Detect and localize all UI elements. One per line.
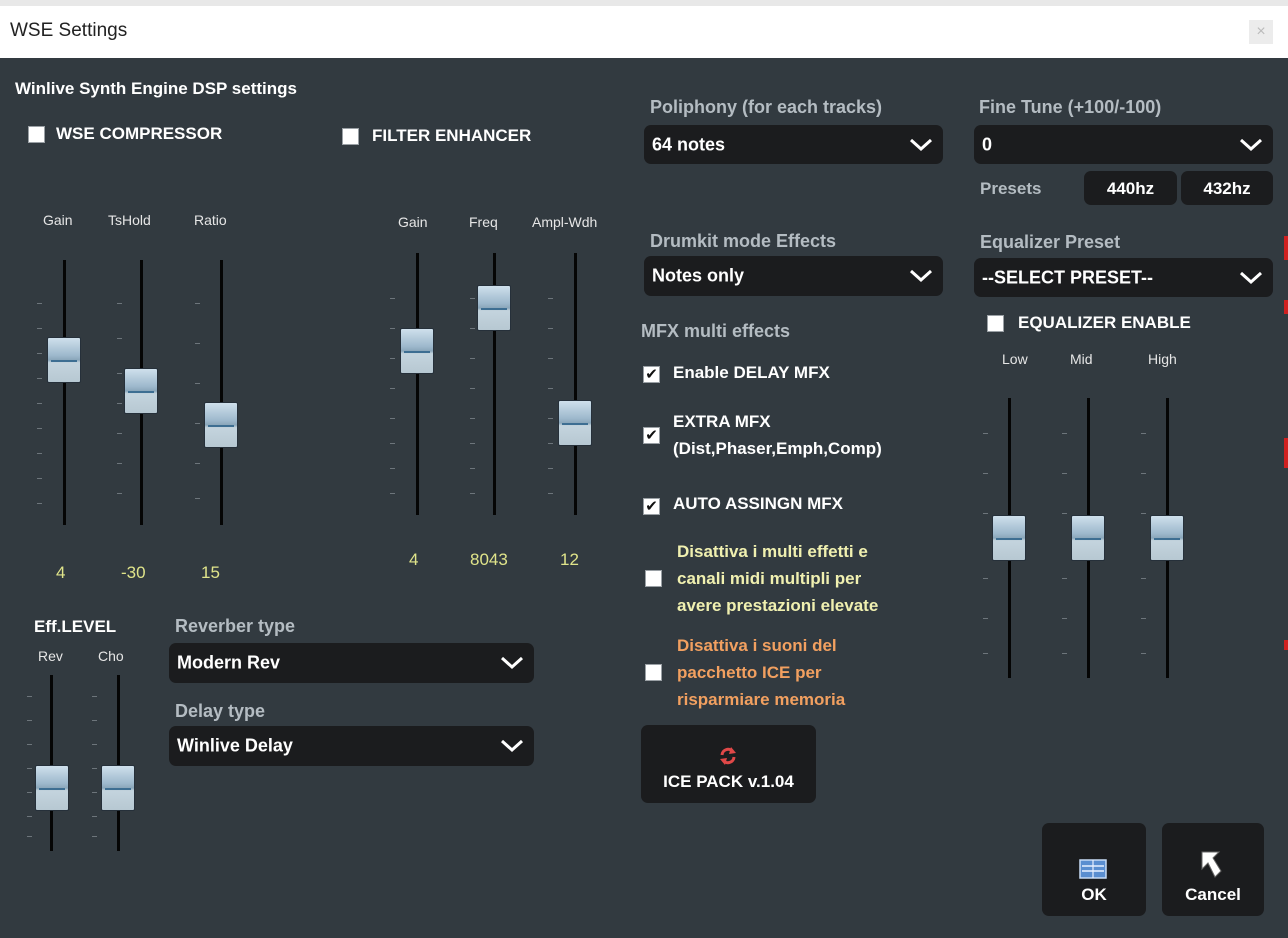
auto-assign-mfx-label: AUTO ASSINGN MFX [673,494,844,513]
dsp-heading: Winlive Synth Engine DSP settings [15,79,297,98]
eff-level-heading: Eff.LEVEL [34,617,117,636]
delay-type-dropdown[interactable]: Winlive Delay [169,726,534,766]
wse-compressor-label: WSE COMPRESSOR [56,124,223,143]
preset-440hz-label: 440hz [1106,179,1155,198]
cho-label: Cho [98,648,124,664]
slider-thumb[interactable] [477,285,511,331]
edge-marker [1284,438,1288,468]
fine-tune-value: 0 [982,134,993,154]
poliphony-value: 64 notes [652,134,726,154]
equalizer-enable-checkbox[interactable] [987,315,1004,332]
fine-tune-dropdown[interactable]: 0 [974,125,1273,164]
chevron-down-icon [909,138,933,151]
eq-low-label: Low [1002,351,1028,367]
slider-label-ampl-wdh: Ampl-Wdh [532,214,598,230]
drumkit-value: Notes only [652,265,745,286]
reverber-type-value: Modern Rev [177,652,281,673]
reverber-type-dropdown[interactable]: Modern Rev [169,643,534,683]
filter-enhancer-label: FILTER ENHANCER [372,126,532,145]
slider-thumb[interactable] [47,337,81,383]
slider-thumb[interactable] [35,765,69,811]
poliphony-label: Poliphony (for each tracks) [650,97,883,117]
drumkit-label: Drumkit mode Effects [650,231,837,251]
chevron-down-icon [500,656,524,670]
disable-ice-line1: Disattiva i suoni del [677,636,837,655]
edge-marker [1284,640,1288,650]
chevron-down-icon [1239,138,1263,151]
window-title: WSE Settings [10,20,128,41]
presets-label: Presets [980,179,1042,198]
slider-label-ratio: Ratio [194,212,227,228]
ratio-value: 15 [201,563,220,582]
chevron-down-icon [909,269,933,283]
freq-value: 8043 [470,550,508,569]
title-bar: WSE Settings × [0,6,1288,58]
preset-440hz-button[interactable]: 440hz [1084,171,1177,205]
preset-432hz-label: 432hz [1203,179,1251,198]
wse-compressor-checkbox[interactable] [28,126,45,143]
slider-thumb[interactable] [101,765,135,811]
edge-marker [1284,236,1288,260]
refresh-icon [720,747,736,765]
disable-multi-line1: Disattiva i multi effetti e [677,542,868,561]
slider-thumb[interactable] [1150,515,1184,561]
preset-432hz-button[interactable]: 432hz [1181,171,1273,205]
slider-label-gain: Gain [43,212,73,228]
disable-multi-effects-checkbox[interactable] [645,570,662,587]
ice-pack-label: ICE PACK v.1.04 [663,772,794,791]
filter-gain-value: 4 [409,550,419,569]
equalizer-preset-label: Equalizer Preset [980,232,1121,252]
drumkit-dropdown[interactable]: Notes only [644,256,943,296]
poliphony-dropdown[interactable]: 64 notes [644,125,943,164]
edge-marker [1284,300,1288,314]
slider-label-freq: Freq [469,214,498,230]
ampl-wdh-value: 12 [560,550,579,569]
cancel-button[interactable]: Cancel [1162,823,1264,916]
tshold-value: -30 [121,563,146,582]
slider-thumb[interactable] [1071,515,1105,561]
extra-mfx-label-line2: (Dist,Phaser,Emph,Comp) [673,439,882,458]
delay-type-label: Delay type [175,701,266,721]
chevron-down-icon [500,739,524,753]
disable-ice-checkbox[interactable] [645,664,662,681]
slider-thumb[interactable] [992,515,1026,561]
ok-button[interactable]: OK [1042,823,1146,916]
auto-assign-mfx-checkbox[interactable]: ✔ [643,498,660,515]
close-button[interactable]: × [1249,20,1273,44]
keyboard-icon [1079,859,1107,879]
ok-label: OK [1081,885,1107,904]
delay-type-value: Winlive Delay [177,735,293,756]
equalizer-enable-label: EQUALIZER ENABLE [1018,313,1191,332]
ice-pack-button[interactable]: ICE PACK v.1.04 [641,725,816,803]
slider-label-tshold: TsHold [108,212,151,228]
reverber-type-label: Reverber type [175,616,296,636]
rev-label: Rev [38,648,63,664]
enable-delay-mfx-checkbox[interactable]: ✔ [643,366,660,383]
extra-mfx-label-line1: EXTRA MFX [673,412,771,431]
eq-high-label: High [1148,351,1177,367]
extra-mfx-checkbox[interactable]: ✔ [643,427,660,444]
equalizer-preset-value: --SELECT PRESET-- [982,267,1154,287]
filter-enhancer-checkbox[interactable] [342,128,359,145]
slider-thumb[interactable] [400,328,434,374]
disable-multi-line2: canali midi multipli per [677,569,862,588]
chevron-down-icon [1239,271,1263,284]
disable-ice-line2: pacchetto ICE per [677,663,822,682]
settings-panel: Winlive Synth Engine DSP settings WSE CO… [0,58,1288,938]
back-arrow-icon [1201,851,1222,878]
slider-thumb[interactable] [204,402,238,448]
cancel-label: Cancel [1185,885,1241,904]
disable-ice-line3: risparmiare memoria [677,690,846,709]
fine-tune-label: Fine Tune (+100/-100) [979,97,1162,117]
disable-multi-line3: avere prestazioni elevate [677,596,879,615]
slider-thumb[interactable] [558,400,592,446]
eq-mid-label: Mid [1070,351,1093,367]
slider-thumb[interactable] [124,368,158,414]
equalizer-preset-dropdown[interactable]: --SELECT PRESET-- [974,258,1273,297]
enable-delay-mfx-label: Enable DELAY MFX [673,363,830,382]
mfx-heading: MFX multi effects [641,321,791,341]
gain-value: 4 [56,563,66,582]
slider-label-gain: Gain [398,214,428,230]
